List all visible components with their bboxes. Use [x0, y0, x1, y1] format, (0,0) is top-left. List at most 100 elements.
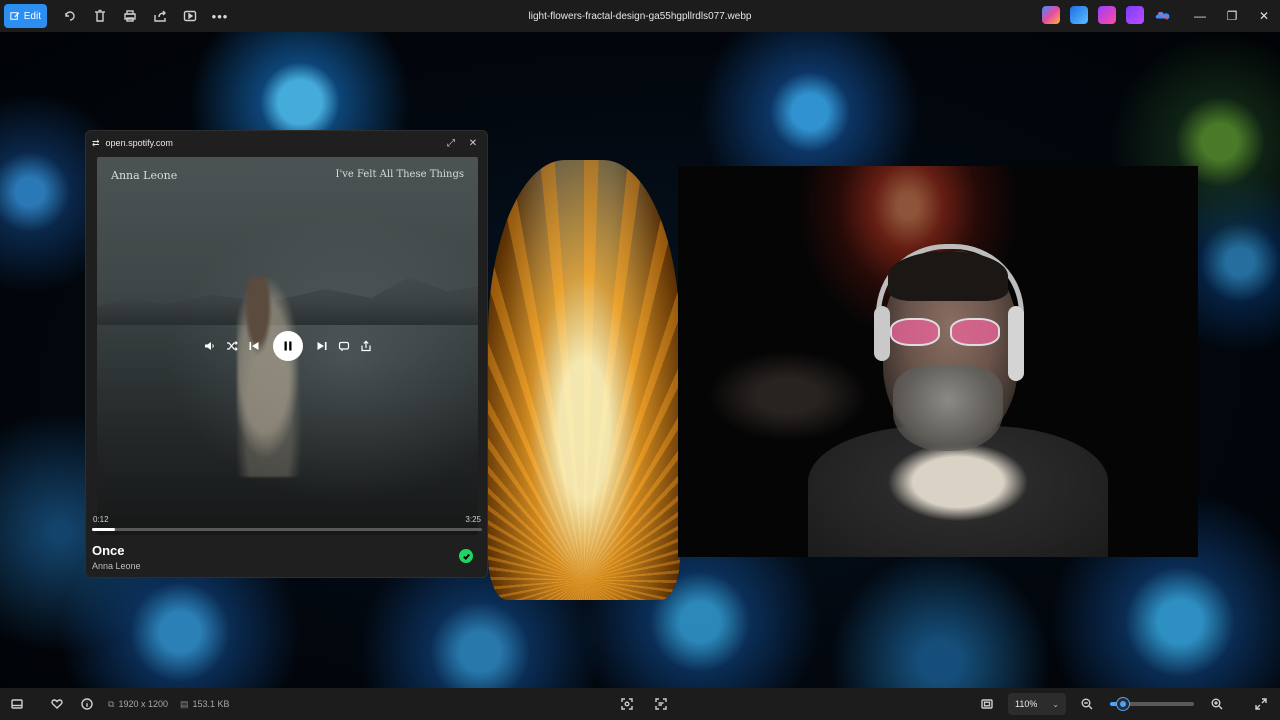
- progress-area: 0:12 3:25: [92, 515, 482, 531]
- copilot-icon[interactable]: [1042, 6, 1060, 24]
- minimize-button[interactable]: —: [1184, 0, 1216, 32]
- close-player-button[interactable]: ✕: [465, 138, 481, 149]
- close-icon: ✕: [468, 137, 478, 149]
- file-size: ▤ 153.1 KB: [180, 699, 230, 710]
- edit-button[interactable]: Edit: [4, 4, 47, 28]
- file-size-text: 153.1 KB: [192, 699, 230, 709]
- check-icon: [462, 553, 470, 560]
- track-title[interactable]: Once: [92, 543, 141, 558]
- rotate-icon: [65, 11, 75, 21]
- favorite-button[interactable]: [42, 688, 72, 720]
- player-url: open.spotify.com: [105, 138, 173, 148]
- art-artist-text: Anna Leone: [111, 169, 178, 182]
- webcam-person-beard: [893, 366, 1003, 451]
- pause-icon: [284, 341, 291, 351]
- rotate-button[interactable]: [55, 2, 85, 30]
- back-to-tab-button[interactable]: ⤢: [443, 138, 459, 149]
- pause-button[interactable]: [272, 331, 303, 361]
- print-button[interactable]: [115, 2, 145, 30]
- webcam-person-hair: [888, 251, 1008, 301]
- close-button[interactable]: ✕: [1248, 0, 1280, 32]
- golden-flower-burst: [488, 160, 680, 600]
- shuffle-button[interactable]: [225, 339, 239, 353]
- repeat-button[interactable]: [337, 339, 351, 353]
- slideshow-button[interactable]: [175, 2, 205, 30]
- shuffle-icon: [226, 341, 238, 351]
- window-controls: — ❐ ✕: [1184, 0, 1280, 32]
- player-header: ⇄ open.spotify.com ⤢ ✕: [86, 131, 487, 155]
- site-settings-icon[interactable]: ⇄: [92, 138, 100, 149]
- headphone-right: [1008, 306, 1024, 381]
- zoom-slider[interactable]: [1110, 698, 1194, 710]
- expand-icon: ⤢: [447, 137, 455, 149]
- filmstrip-icon: [11, 699, 23, 709]
- center-tools: [612, 688, 676, 720]
- album-art: Anna Leone I've Felt All These Things: [97, 157, 478, 535]
- visual-search-button[interactable]: [612, 688, 642, 720]
- fit-window-icon: [981, 699, 993, 709]
- volume-button[interactable]: [203, 339, 217, 353]
- progress-fill: [92, 528, 116, 531]
- share-button[interactable]: [145, 2, 175, 30]
- clipchamp-icon[interactable]: [1098, 6, 1116, 24]
- chevron-down-icon: ⌄: [1052, 699, 1059, 709]
- minimize-icon: —: [1194, 9, 1206, 23]
- progress-bar[interactable]: [92, 528, 482, 531]
- designer-icon[interactable]: [1070, 6, 1088, 24]
- art-figure: [237, 277, 307, 477]
- photos-app-window: Edit ••• light-flowers-fractal-design-ga…: [0, 0, 1280, 720]
- tinted-glasses: [890, 318, 1006, 348]
- volume-icon: [204, 342, 214, 350]
- zoom-level: 110%: [1015, 699, 1038, 709]
- dimensions-text: 1920 x 1200: [118, 699, 168, 709]
- more-icon: •••: [211, 8, 229, 24]
- art-album-text: I've Felt All These Things: [335, 169, 465, 180]
- full-screen-button[interactable]: [1246, 688, 1276, 720]
- heart-icon: [51, 699, 63, 709]
- share-track-button[interactable]: [359, 339, 373, 353]
- zoom-slider-thumb[interactable]: [1116, 698, 1129, 710]
- filmstrip-button[interactable]: [2, 688, 32, 720]
- zoom-in-icon: [1211, 698, 1223, 710]
- zoom-level-dropdown[interactable]: 110% ⌄: [1008, 693, 1066, 715]
- create-icon[interactable]: [1126, 6, 1144, 24]
- close-icon: ✕: [1258, 9, 1270, 23]
- zoom-out-icon: [1081, 698, 1093, 710]
- saved-to-library-button[interactable]: [459, 549, 473, 563]
- zoom-out-button[interactable]: [1072, 688, 1102, 720]
- dimensions-icon: ⧉: [108, 698, 115, 709]
- share-icon: [154, 10, 166, 22]
- file-size-icon: ▤: [179, 698, 189, 709]
- top-toolbar: Edit ••• light-flowers-fractal-design-ga…: [0, 0, 1280, 32]
- scan-text-button[interactable]: [646, 688, 676, 720]
- zoom-controls: 110% ⌄: [972, 688, 1280, 720]
- previous-button[interactable]: [247, 339, 261, 353]
- image-dimensions: ⧉ 1920 x 1200: [108, 699, 168, 710]
- more-button[interactable]: •••: [205, 2, 235, 30]
- restore-icon: ❐: [1226, 9, 1238, 23]
- bottom-status-bar: ⧉ 1920 x 1200 ▤ 153.1 KB 110% ⌄: [0, 688, 1280, 720]
- share-icon: [360, 340, 371, 352]
- fit-to-window-button[interactable]: [972, 688, 1002, 720]
- spotify-mini-player: ⇄ open.spotify.com ⤢ ✕ Anna Leone I've F…: [85, 130, 488, 578]
- zoom-in-button[interactable]: [1202, 688, 1232, 720]
- playback-controls: [97, 331, 478, 361]
- webcam-overlay: [678, 166, 1198, 557]
- track-artist[interactable]: Anna Leone: [92, 561, 141, 571]
- edit-icon: [10, 12, 20, 20]
- delete-icon: [95, 9, 105, 22]
- print-icon: [124, 10, 136, 22]
- delete-button[interactable]: [85, 2, 115, 30]
- next-button[interactable]: [315, 339, 329, 353]
- headphone-left: [874, 306, 890, 361]
- onedrive-icon[interactable]: [1154, 6, 1172, 24]
- file-info-button[interactable]: [72, 688, 102, 720]
- slideshow-icon: [183, 10, 197, 22]
- scan-text-icon: [655, 698, 667, 710]
- visual-search-icon: [621, 698, 633, 710]
- repeat-icon: [338, 341, 349, 351]
- maximize-button[interactable]: ❐: [1216, 0, 1248, 32]
- edit-label: Edit: [23, 10, 41, 22]
- app-shortcuts: [1042, 6, 1172, 24]
- skip-next-icon: [317, 342, 326, 350]
